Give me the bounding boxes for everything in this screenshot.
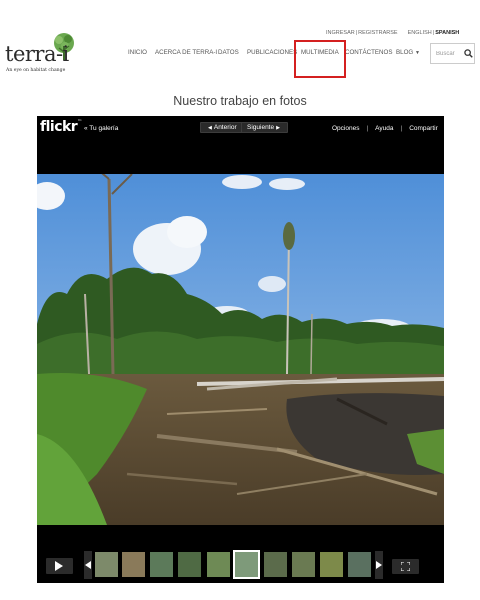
flickr-wordmark: flickr — [40, 119, 78, 135]
share-link[interactable]: Compartir — [409, 125, 438, 132]
page-title: Nuestro trabajo en fotos — [173, 94, 307, 108]
viewer-topbar: flickr™ « Tu galería ◀ Anterior Siguiente… — [37, 116, 444, 174]
flickr-logo[interactable]: flickr™ — [40, 119, 82, 135]
multimedia-highlight-box — [294, 40, 346, 78]
chevron-right-icon: ▶ — [276, 125, 280, 131]
next-label: Siguiente — [247, 124, 275, 131]
english-link[interactable]: ENGLISH — [408, 30, 432, 36]
thumbnail[interactable] — [264, 552, 287, 577]
login-link[interactable]: INGRESAR — [326, 30, 355, 36]
caret-down-icon: ▼ — [414, 50, 420, 56]
flickr-slideshow: flickr™ « Tu galería ◀ Anterior Siguiente… — [37, 116, 444, 583]
thumbnail[interactable] — [95, 552, 118, 577]
thumbnail[interactable] — [122, 552, 145, 577]
thumbnail-selected[interactable] — [233, 550, 260, 579]
thumbnail[interactable] — [207, 552, 230, 577]
play-button[interactable] — [46, 558, 73, 574]
terra-i-logo[interactable]: terra-i An eye on habitat change — [5, 32, 80, 78]
search-input[interactable] — [431, 44, 461, 63]
nav-publicaciones[interactable]: PUBLICACIONES — [247, 49, 297, 56]
search-box — [430, 43, 475, 64]
nav-contactenos[interactable]: CONTÁCTENOS — [345, 49, 392, 56]
deforestation-photo[interactable] — [37, 174, 444, 525]
thumbs-prev-button[interactable] — [84, 551, 92, 579]
back-to-gallery-link[interactable]: « Tu galería — [84, 125, 118, 132]
previous-label: Anterior — [213, 124, 237, 131]
thumbnail[interactable] — [178, 552, 201, 577]
fullscreen-button[interactable] — [392, 559, 419, 574]
nav-datos[interactable]: DATOS — [218, 49, 239, 56]
nav-blog[interactable]: BLOG ▼ — [396, 49, 420, 56]
thumbnail[interactable] — [150, 552, 173, 577]
previous-button[interactable]: ◀ Anterior — [200, 122, 243, 133]
chevron-right-icon — [376, 561, 382, 569]
nav-acerca[interactable]: ACERCA DE TERRA-I — [155, 49, 217, 56]
next-button[interactable]: Siguiente ▶ — [241, 122, 288, 133]
viewer-menu: Opciones | Ayuda | Compartir — [332, 125, 438, 132]
logo-tagline: An eye on habitat change — [6, 68, 66, 73]
fullscreen-icon — [401, 562, 410, 571]
logo-wordmark: terra-i — [5, 42, 69, 66]
thumbnail[interactable] — [320, 552, 343, 577]
thumbnail-strip — [37, 525, 444, 583]
thumbnail[interactable] — [292, 552, 315, 577]
nav-inicio[interactable]: INICIO — [128, 49, 147, 56]
play-icon — [55, 561, 63, 571]
chevron-left-icon: ◀ — [208, 125, 212, 131]
nav-blog-label: BLOG — [396, 49, 414, 56]
spanish-link[interactable]: SPANISH — [435, 30, 459, 36]
utility-links: INGRESAR|REGISTRARSE ENGLISH|SPANISH — [326, 30, 460, 36]
thumbs-next-button[interactable] — [375, 551, 383, 579]
help-link[interactable]: Ayuda — [375, 125, 393, 132]
search-icon[interactable] — [464, 49, 473, 58]
thumbnail[interactable] — [348, 552, 371, 577]
register-link[interactable]: REGISTRARSE — [358, 30, 397, 36]
chevron-left-icon — [85, 561, 91, 569]
options-link[interactable]: Opciones — [332, 125, 359, 132]
